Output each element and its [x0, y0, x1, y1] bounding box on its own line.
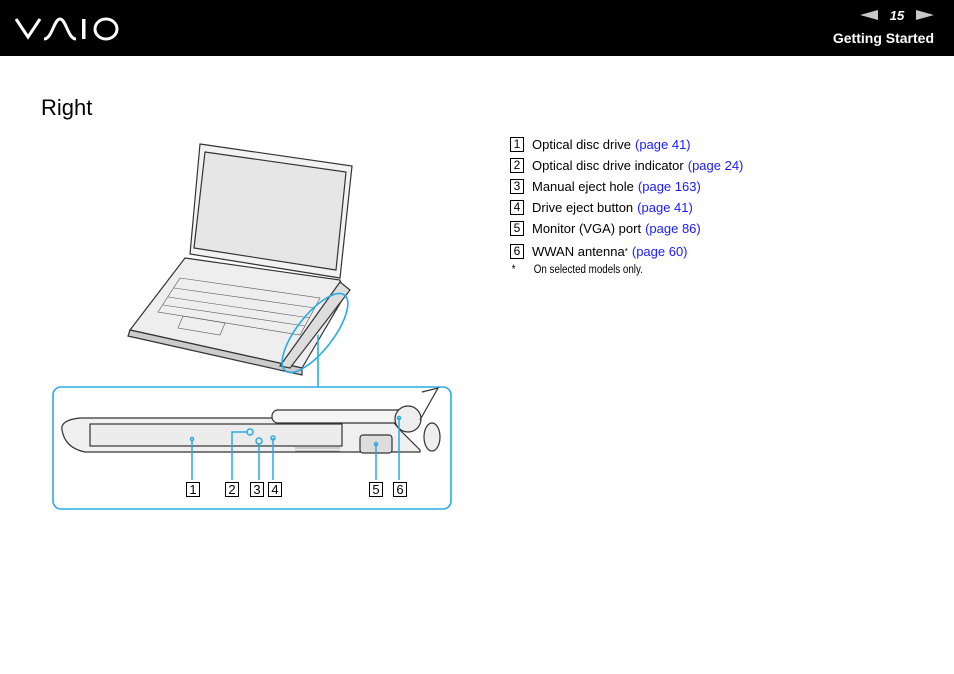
previous-page-icon[interactable]: [860, 10, 878, 20]
page-link[interactable]: (page 24): [688, 158, 744, 173]
item-label: Optical disc drive: [532, 137, 631, 152]
callout-1: 1: [186, 482, 200, 497]
item-label: WWAN antenna: [532, 243, 625, 259]
list-item: 3 Manual eject hole (page 163): [510, 176, 743, 197]
callout-6: 6: [393, 482, 407, 497]
item-number: 6: [510, 243, 524, 259]
list-item: 2 Optical disc drive indicator (page 24): [510, 155, 743, 176]
list-item: 1 Optical disc drive (page 41): [510, 134, 743, 155]
callout-2: 2: [225, 482, 239, 497]
footnote-text: On selected models only.: [533, 264, 643, 276]
page-link[interactable]: (page 86): [645, 221, 701, 236]
callout-5: 5: [369, 482, 383, 497]
page-link[interactable]: (page 60): [632, 244, 688, 259]
page-link[interactable]: (page 163): [638, 179, 701, 194]
component-list: 1 Optical disc drive (page 41) 2 Optical…: [510, 134, 743, 276]
page-header: 15 Getting Started: [0, 0, 954, 56]
list-item: 4 Drive eject button (page 41): [510, 197, 743, 218]
list-item: 5 Monitor (VGA) port (page 86): [510, 218, 743, 239]
page-title: Right: [41, 95, 93, 120]
item-label: Optical disc drive indicator: [532, 158, 684, 173]
item-number: 3: [510, 179, 524, 194]
vaio-logo: [14, 17, 119, 41]
callout-3: 3: [250, 482, 264, 497]
next-page-icon[interactable]: [916, 10, 934, 20]
footnote: * On selected models only.: [510, 264, 708, 276]
item-number: 1: [510, 137, 524, 152]
section-title: Getting Started: [832, 30, 934, 46]
item-number: 4: [510, 200, 524, 215]
item-label: Drive eject button: [532, 200, 634, 215]
page-link[interactable]: (page 41): [637, 200, 693, 215]
callout-4: 4: [268, 482, 282, 497]
page-link[interactable]: (page 41): [635, 137, 691, 152]
page-number: 15: [889, 7, 905, 23]
footnote-marker: *: [624, 246, 628, 256]
footnote-mark: *: [511, 264, 516, 276]
page-navigation: 15: [860, 6, 934, 24]
item-label: Manual eject hole: [532, 179, 634, 194]
item-number: 5: [510, 221, 524, 236]
item-number: 2: [510, 158, 524, 173]
list-item: 6 WWAN antenna * (page 60): [510, 239, 743, 263]
item-label: Monitor (VGA) port: [532, 221, 642, 236]
laptop-right-side-illustration: [52, 143, 452, 510]
